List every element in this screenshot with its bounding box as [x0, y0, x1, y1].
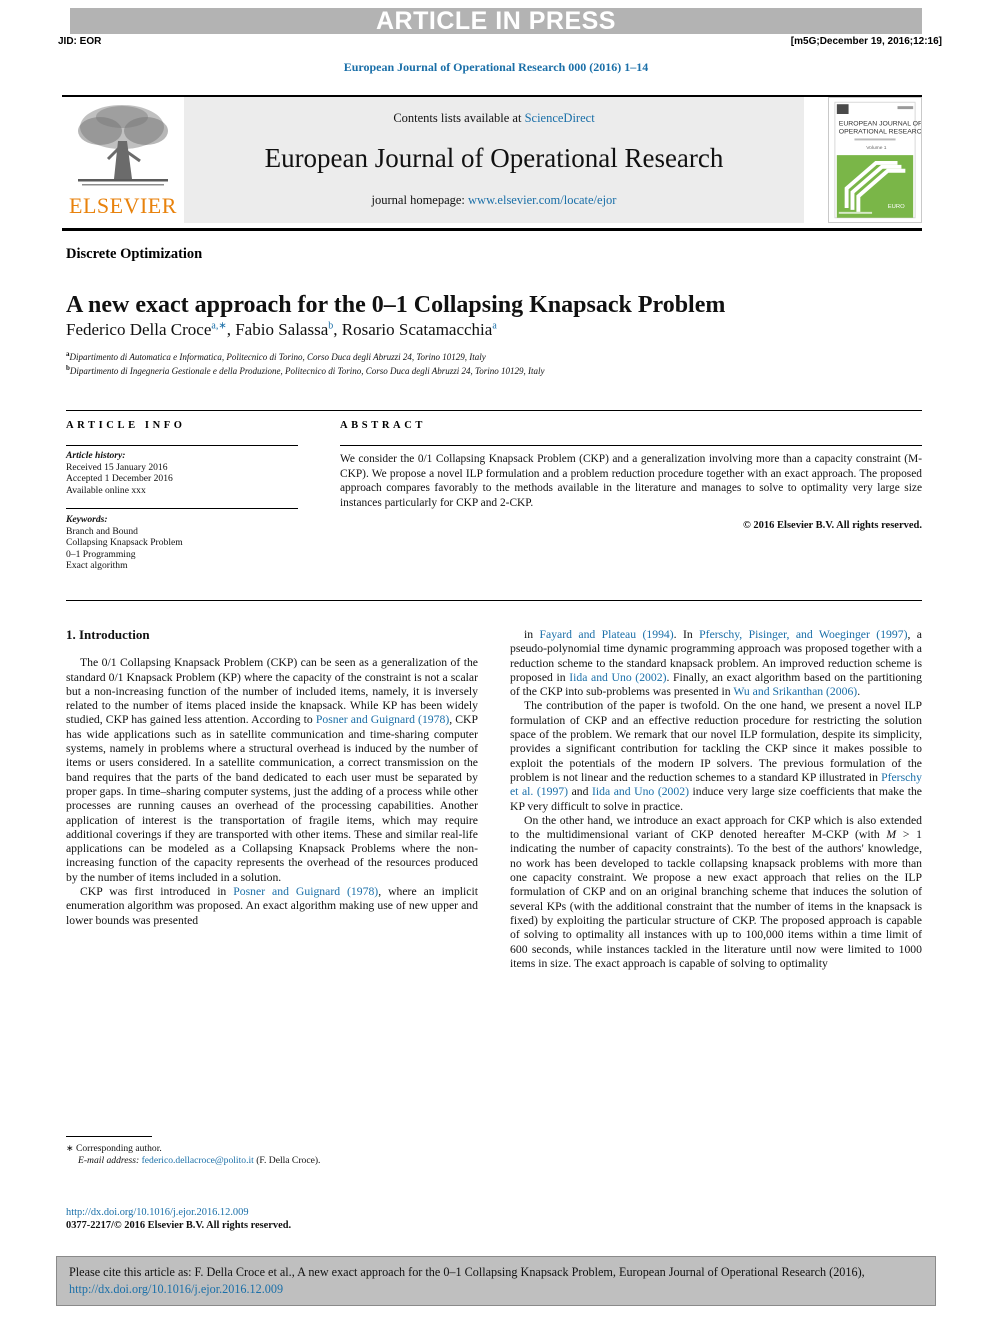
citation-text: Please cite this article as: F. Della Cr… — [69, 1265, 865, 1279]
paragraph-text: . — [857, 685, 861, 699]
article-in-press-label: ARTICLE IN PRESS — [376, 7, 616, 35]
elsevier-wordmark: ELSEVIER — [69, 193, 177, 218]
paragraph: On the other hand, we introduce an exact… — [510, 814, 922, 971]
info-top-rule — [66, 410, 922, 411]
doi-block: http://dx.doi.org/10.1016/j.ejor.2016.12… — [66, 1206, 496, 1232]
journal-id-label: JID: EOR — [58, 36, 102, 47]
issn-copyright-line: 0377-2217/© 2016 Elsevier B.V. All right… — [66, 1220, 292, 1231]
history-received: Received 15 January 2016 — [66, 461, 168, 473]
affiliation-text: Dipartimento di Automatica e Informatica… — [69, 352, 486, 362]
svg-text:OPERATIONAL RESEARCH: OPERATIONAL RESEARCH — [839, 129, 921, 136]
production-stamp-label: [m5G;December 19, 2016;12:16] — [790, 36, 942, 47]
affiliation-a: aDipartimento di Automatica e Informatic… — [66, 350, 886, 362]
masthead-bottom-rule — [62, 228, 922, 231]
corresponding-author-note: ∗ Corresponding author. — [66, 1142, 486, 1155]
abstract-text: We consider the 0/1 Collapsing Knapsack … — [340, 453, 922, 509]
author-name: Federico Della Croce — [66, 320, 212, 339]
paragraph-text: On the other hand, we introduce an exact… — [510, 813, 922, 842]
email-link[interactable]: federico.dellacroce@polito.it — [142, 1155, 254, 1166]
section-heading-introduction: 1. Introduction — [66, 627, 150, 642]
paragraph: The 0/1 Collapsing Knapsack Problem (CKP… — [66, 656, 478, 885]
citation-link[interactable]: Posner and Guignard (1978) — [233, 885, 378, 898]
author-name: Rosario Scatamacchia — [341, 320, 493, 339]
affiliation-text: Dipartimento di Ingegneria Gestionale e … — [69, 366, 545, 376]
doi-link[interactable]: http://dx.doi.org/10.1016/j.ejor.2016.12… — [66, 1206, 496, 1219]
abstract-bottom-rule — [66, 600, 922, 601]
masthead-center-panel: Contents lists available at ScienceDirec… — [184, 97, 804, 223]
please-cite-box: Please cite this article as: F. Della Cr… — [56, 1256, 936, 1306]
keyword-item: 0–1 Programming — [66, 548, 136, 560]
affiliation-b: bDipartimento di Ingegneria Gestionale e… — [66, 364, 886, 376]
paragraph-text: > 1 indicating the number of capacity co… — [510, 828, 923, 970]
paragraph-text: The contribution of the paper is twofold… — [510, 699, 922, 784]
body-column-left: 1. Introduction The 0/1 Collapsing Knaps… — [66, 627, 478, 928]
author-name: Fabio Salassa — [235, 320, 329, 339]
author-list: Federico Della Crocea,∗, Fabio Salassab,… — [66, 320, 497, 339]
paragraph-text: CKP was first introduced in — [80, 885, 234, 899]
paragraph: in Fayard and Plateau (1994). In Pfersch… — [510, 628, 922, 699]
homepage-prefix-text: journal homepage: — [371, 193, 469, 207]
elsevier-tree-icon — [70, 101, 176, 193]
svg-text:EURO: EURO — [888, 204, 905, 210]
info-divider-rule — [66, 445, 298, 446]
abstract-divider-rule — [340, 445, 922, 446]
article-history-label: Article history: — [66, 450, 126, 461]
keyword-item: Branch and Bound — [66, 525, 138, 537]
article-info-heading: ARTICLE INFO — [66, 420, 186, 431]
author-affiliation-mark: a,∗ — [211, 320, 227, 332]
svg-text:EUROPEAN JOURNAL OF: EUROPEAN JOURNAL OF — [839, 121, 921, 128]
contents-available-line: Contents lists available at ScienceDirec… — [184, 111, 804, 126]
running-head: European Journal of Operational Research… — [343, 60, 649, 74]
citation-link[interactable]: Posner and Guignard (1978) — [316, 713, 449, 726]
citation-link[interactable]: Wu and Srikanthan (2006) — [733, 685, 857, 698]
footnote-block: ∗ Corresponding author. E-mail address: … — [66, 1142, 486, 1168]
article-history-block: Article history: Received 15 January 201… — [66, 450, 306, 496]
keywords-label: Keywords: — [66, 514, 108, 525]
article-in-press-banner: ARTICLE IN PRESS — [70, 8, 922, 34]
body-column-right: in Fayard and Plateau (1994). In Pfersch… — [510, 628, 922, 971]
journal-title: European Journal of Operational Research — [264, 143, 724, 173]
author-affiliation-mark: b — [328, 320, 334, 332]
keyword-item: Exact algorithm — [66, 560, 128, 572]
citation-link[interactable]: Pferschy, Pisinger, and Woeginger (1997) — [699, 628, 907, 641]
journal-cover-thumbnail: EUROPEAN JOURNAL OF OPERATIONAL RESEARCH… — [828, 97, 922, 223]
contents-prefix-text: Contents lists available at — [393, 111, 525, 125]
svg-text:Volume 1: Volume 1 — [866, 145, 887, 151]
paragraph-text: in — [524, 628, 540, 641]
citation-link[interactable]: Fayard and Plateau (1994) — [540, 628, 674, 641]
paragraph-text: . In — [673, 628, 700, 641]
abstract-copyright: © 2016 Elsevier B.V. All rights reserved… — [742, 520, 922, 531]
paragraph: The contribution of the paper is twofold… — [510, 699, 922, 813]
page-title: A new exact approach for the 0–1 Collaps… — [66, 292, 726, 319]
math-variable-m: M — [886, 828, 897, 842]
email-line: E-mail address: federico.dellacroce@poli… — [66, 1155, 486, 1167]
abstract-heading: ABSTRACT — [340, 420, 426, 431]
keywords-divider-rule — [66, 508, 298, 509]
author-affiliation-mark: a — [492, 320, 497, 332]
paragraph-text: and — [568, 785, 593, 799]
corresponding-author-text: Corresponding author. — [75, 1143, 162, 1154]
journal-homepage-link[interactable]: www.elsevier.com/locate/ejor — [468, 193, 616, 207]
asterisk-icon: ∗ — [66, 1143, 74, 1153]
citation-link[interactable]: Iida and Uno (2002) — [592, 785, 689, 798]
citation-doi-link[interactable]: http://dx.doi.org/10.1016/j.ejor.2016.12… — [69, 1282, 283, 1296]
keyword-item: Collapsing Knapsack Problem — [66, 537, 183, 549]
email-owner-text: (F. Della Croce). — [256, 1155, 321, 1167]
section-kicker: Discrete Optimization — [66, 246, 203, 262]
masthead: ELSEVIER Contents lists available at Sci… — [62, 97, 922, 223]
email-label: E-mail address: — [78, 1155, 140, 1167]
history-available: Available online xxx — [66, 484, 146, 496]
elsevier-logo-block: ELSEVIER — [62, 97, 184, 223]
journal-homepage-line: journal homepage: www.elsevier.com/locat… — [184, 193, 804, 208]
paragraph: CKP was first introduced in Posner and G… — [66, 885, 478, 928]
history-accepted: Accepted 1 December 2016 — [66, 473, 173, 485]
footnote-rule — [66, 1136, 152, 1137]
keywords-block: Keywords: Branch and Bound Collapsing Kn… — [66, 514, 306, 572]
citation-link[interactable]: Iida and Uno (2002) — [569, 671, 666, 684]
sciencedirect-link[interactable]: ScienceDirect — [525, 111, 595, 125]
paragraph-text: , CKP has wide applications such as in s… — [66, 713, 479, 884]
